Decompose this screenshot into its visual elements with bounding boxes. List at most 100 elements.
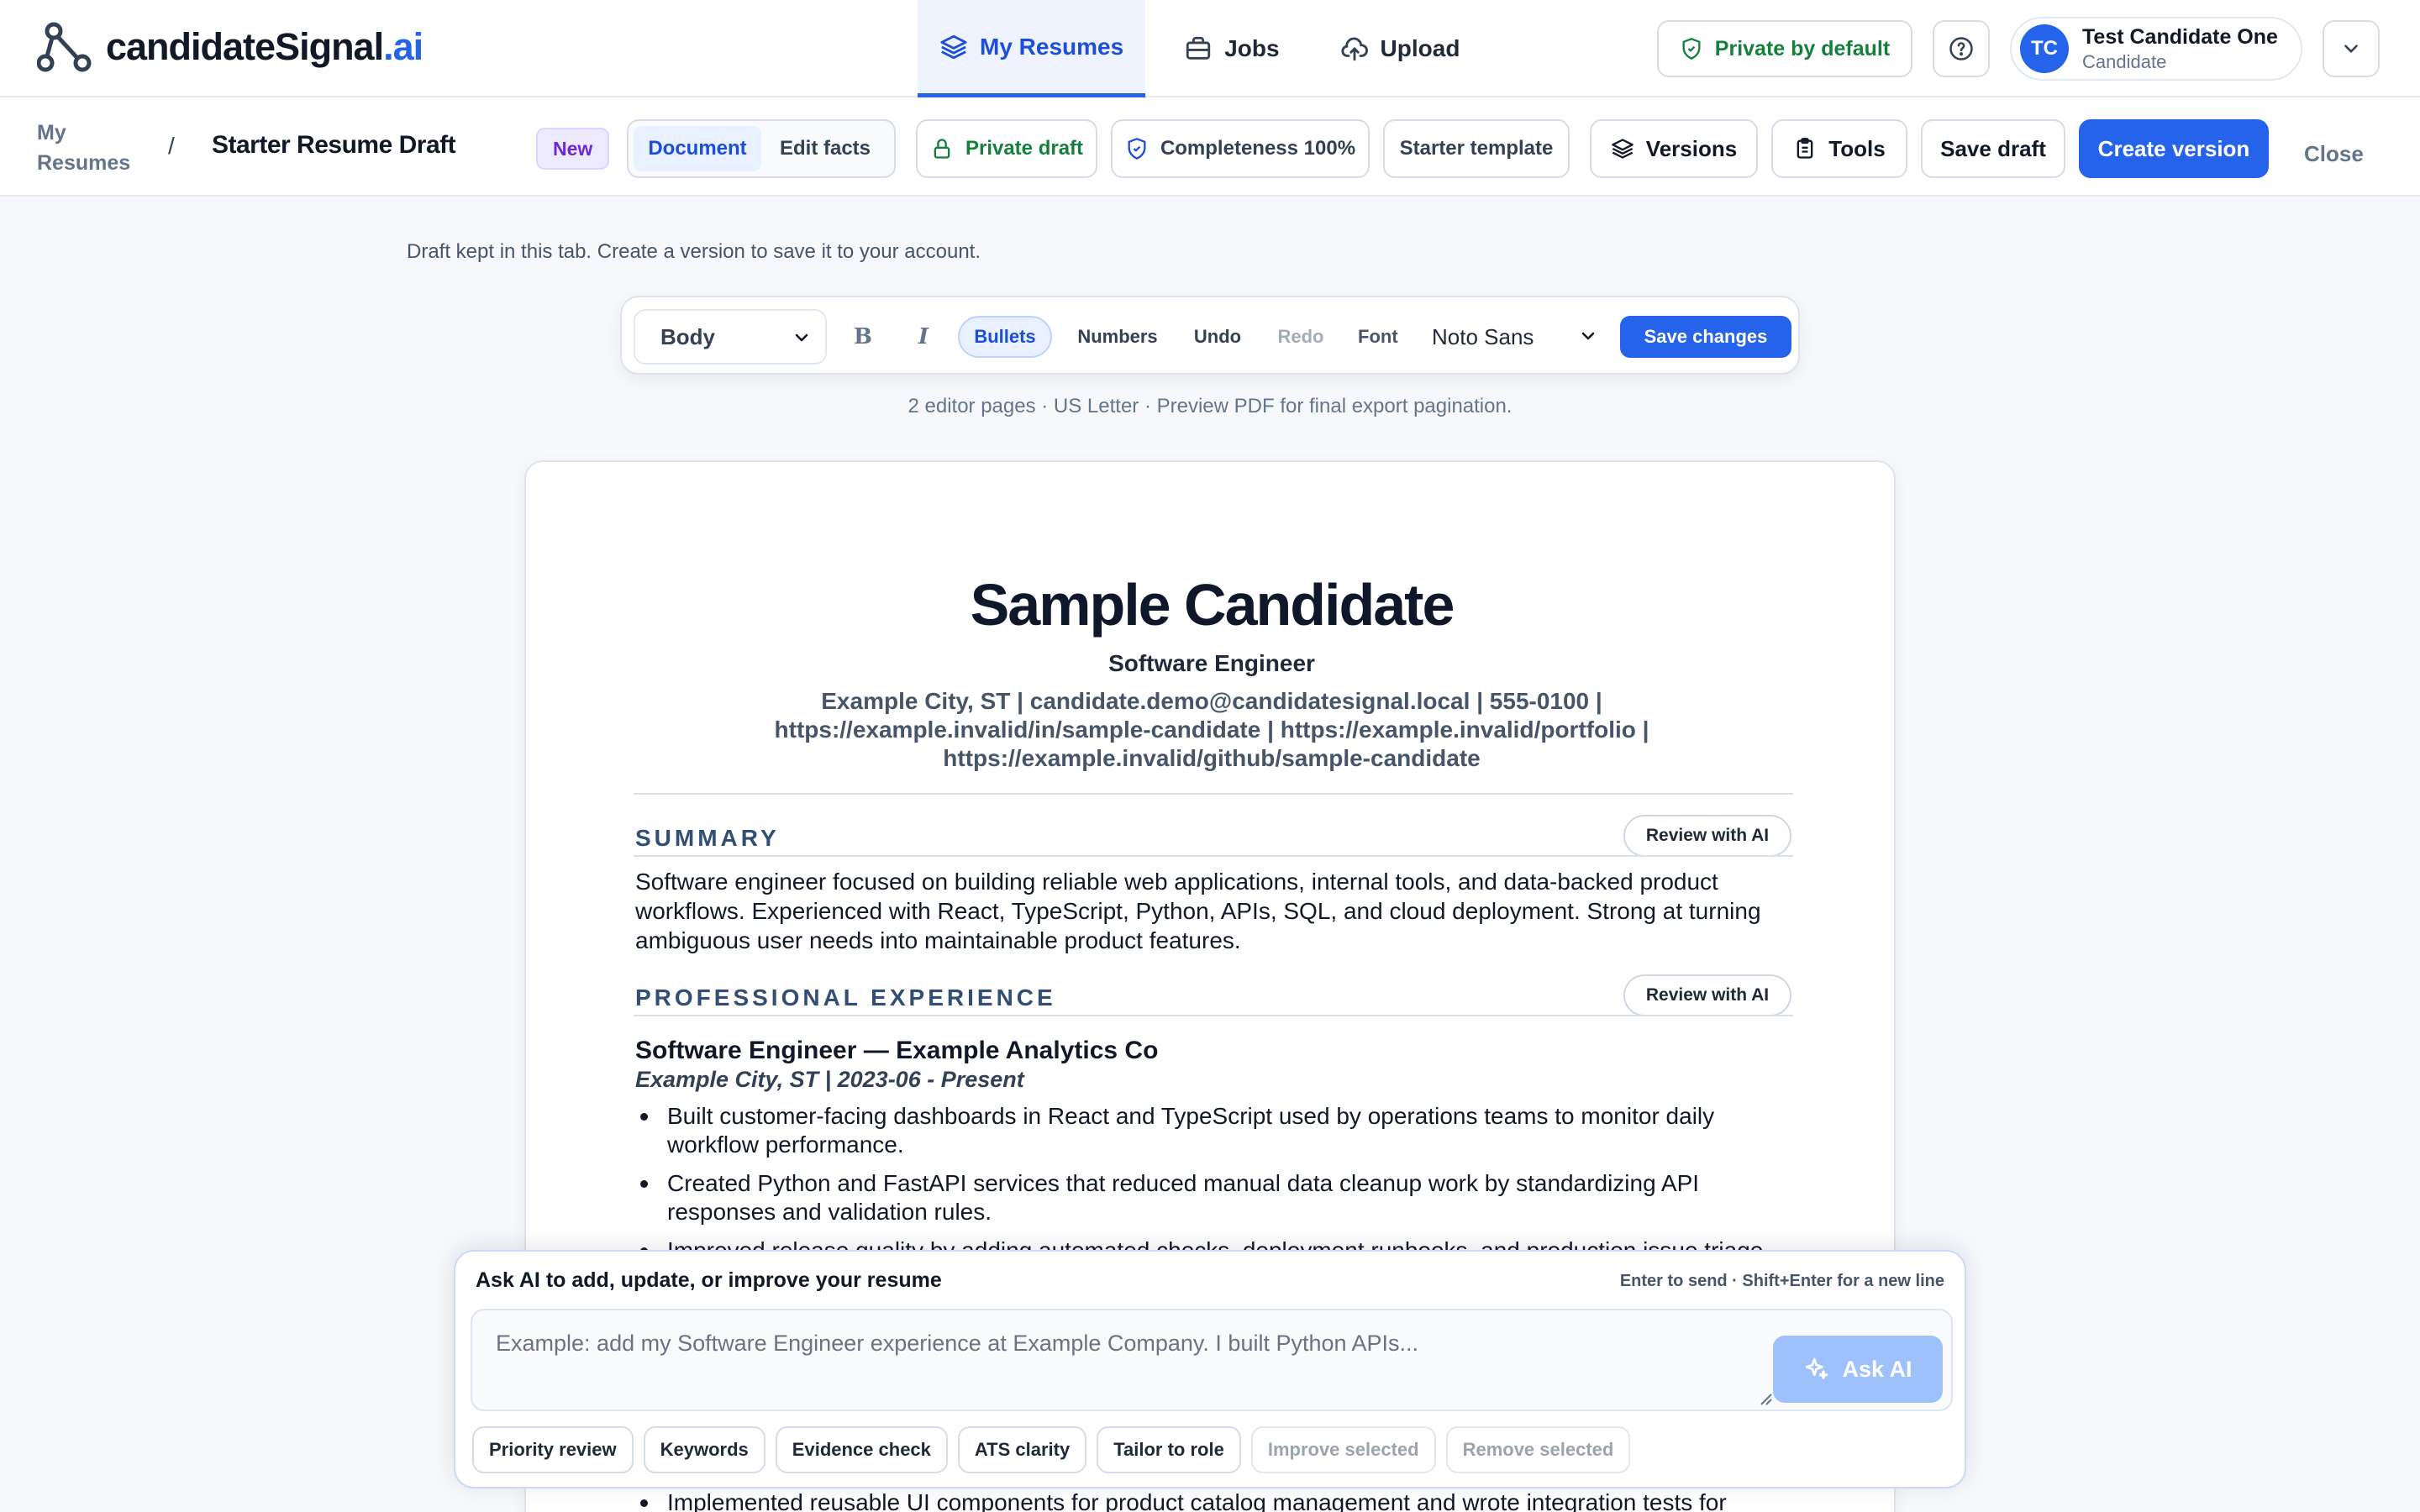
private-draft-button[interactable]: Private draft	[916, 119, 1097, 178]
create-version-label: Create version	[2097, 135, 2250, 161]
list-item[interactable]: Created Python and FastAPI services that…	[635, 1169, 1803, 1226]
evidence-check-chip[interactable]: Evidence check	[775, 1426, 948, 1473]
improve-selected-chip[interactable]: Improve selected	[1250, 1426, 1436, 1473]
ai-quick-actions: Priority review Keywords Evidence check …	[472, 1426, 1640, 1473]
section-divider	[634, 1015, 1793, 1016]
main-tabs: My Resumes Jobs Upload	[918, 0, 1498, 97]
tab-label: My Resumes	[980, 33, 1124, 60]
experience-heading: PROFESSIONAL EXPERIENCE	[635, 984, 1056, 1011]
ask-ai-button[interactable]: Ask AI	[1773, 1336, 1943, 1403]
candidate-name[interactable]: Sample Candidate	[526, 571, 1897, 638]
paragraph-style-select[interactable]: Body	[634, 309, 827, 365]
tab-label: Upload	[1380, 35, 1460, 61]
view-edit-facts-button[interactable]: Edit facts	[761, 126, 889, 171]
resume-toolbar: My Resumes / Starter Resume Draft New Do…	[0, 97, 2420, 197]
ai-assistant-panel: Ask AI to add, update, or improve your r…	[454, 1250, 1966, 1488]
job-meta[interactable]: Example City, ST | 2023-06 - Present	[635, 1067, 1024, 1093]
header-divider	[634, 793, 1793, 795]
font-value: Noto Sans	[1432, 323, 1534, 349]
chevron-down-icon	[1581, 332, 1595, 340]
privacy-label: Private by default	[1714, 36, 1891, 60]
brand-logo[interactable]: candidateSignal.ai	[37, 20, 424, 74]
contact-line: https://example.invalid/in/sample-candid…	[774, 717, 1649, 743]
ai-panel-title: Ask AI to add, update, or improve your r…	[476, 1268, 942, 1292]
create-version-button[interactable]: Create version	[2079, 119, 2269, 178]
pagination-note: 2 editor pages · US Letter · Preview PDF…	[908, 395, 1512, 417]
view-document-button[interactable]: Document	[634, 126, 761, 171]
privacy-pill[interactable]: Private by default	[1657, 20, 1912, 77]
cloud-upload-icon	[1340, 37, 1368, 61]
paragraph-style-value: Body	[660, 323, 715, 349]
section-divider	[634, 855, 1793, 857]
list-item[interactable]: Implemented reusable UI components for p…	[635, 1488, 1803, 1512]
remove-selected-chip[interactable]: Remove selected	[1445, 1426, 1631, 1473]
versions-button[interactable]: Versions	[1590, 119, 1758, 178]
save-changes-button[interactable]: Save changes	[1620, 316, 1791, 358]
bullets-button[interactable]: Bullets	[958, 316, 1052, 358]
completeness-button[interactable]: Completeness 100%	[1111, 119, 1370, 178]
resume-title: Starter Resume Draft	[212, 131, 456, 159]
network-logo-icon	[37, 22, 92, 72]
undo-button[interactable]: Undo	[1181, 316, 1254, 358]
candidate-role[interactable]: Software Engineer	[526, 650, 1897, 677]
formatting-toolbar: Body B I Bullets Numbers Undo Redo Font …	[620, 296, 1800, 375]
redo-button[interactable]: Redo	[1267, 316, 1334, 358]
job-title[interactable]: Software Engineer — Example Analytics Co	[635, 1037, 1158, 1065]
contact-line: https://example.invalid/github/sample-ca…	[943, 745, 1481, 771]
save-draft-button[interactable]: Save draft	[1921, 119, 2065, 178]
user-menu-button[interactable]	[2323, 20, 2380, 77]
tools-button[interactable]: Tools	[1771, 119, 1907, 178]
layers-icon	[940, 34, 967, 59]
font-label: Font	[1358, 326, 1398, 347]
ai-prompt-input[interactable]: Example: add my Software Engineer experi…	[471, 1309, 1953, 1411]
avatar: TC	[2020, 24, 2069, 73]
close-button[interactable]: Close	[2304, 141, 2364, 167]
clipboard-icon	[1797, 138, 1813, 159]
completeness-label: Completeness 100%	[1160, 137, 1356, 160]
keywords-chip[interactable]: Keywords	[643, 1426, 765, 1473]
ai-prompt-placeholder: Example: add my Software Engineer experi…	[496, 1331, 1419, 1356]
ats-clarity-chip[interactable]: ATS clarity	[957, 1426, 1087, 1473]
versions-label: Versions	[1645, 135, 1738, 161]
review-summary-button[interactable]: Review with AI	[1623, 815, 1791, 857]
tailor-to-role-chip[interactable]: Tailor to role	[1097, 1426, 1241, 1473]
top-navigation: candidateSignal.ai My Resumes Jobs Uploa…	[0, 0, 2420, 97]
font-select[interactable]: Noto Sans	[1407, 309, 1612, 365]
job-bullets-continued[interactable]: Implemented reusable UI components for p…	[635, 1488, 1803, 1512]
bold-button[interactable]: B	[842, 316, 884, 358]
layers-icon	[1611, 139, 1634, 159]
resize-grip-icon[interactable]	[1756, 1389, 1773, 1406]
save-draft-label: Save draft	[1940, 135, 2046, 161]
shield-check-icon	[1682, 38, 1701, 60]
review-experience-button[interactable]: Review with AI	[1623, 974, 1791, 1016]
tools-label: Tools	[1828, 135, 1886, 161]
numbers-button[interactable]: Numbers	[1067, 316, 1168, 358]
help-circle-icon	[1949, 37, 1973, 60]
tab-my-resumes[interactable]: My Resumes	[918, 0, 1146, 97]
help-button[interactable]	[1933, 20, 1990, 77]
tab-jobs[interactable]: Jobs	[1162, 0, 1301, 97]
template-button[interactable]: Starter template	[1383, 119, 1570, 178]
tab-upload[interactable]: Upload	[1318, 0, 1482, 97]
user-profile[interactable]: TC Test Candidate One Candidate	[2010, 17, 2302, 81]
user-role: Candidate	[2082, 50, 2167, 72]
contact-info[interactable]: Example City, ST | candidate.demo@candid…	[627, 687, 1797, 773]
breadcrumb-root[interactable]: My Resumes	[37, 118, 138, 178]
ai-keyboard-hint: Enter to send · Shift+Enter for a new li…	[1619, 1272, 1944, 1290]
user-name: Test Candidate One	[2082, 24, 2278, 49]
summary-text[interactable]: Software engineer focused on building re…	[635, 867, 1803, 955]
private-draft-label: Private draft	[965, 137, 1084, 160]
tab-label: Jobs	[1224, 35, 1280, 61]
draft-note: Draft kept in this tab. Create a version…	[407, 240, 981, 263]
view-mode-toggle: Document Edit facts	[627, 119, 896, 178]
italic-button[interactable]: I	[902, 316, 944, 358]
contact-line: Example City, ST | candidate.demo@candid…	[821, 688, 1602, 714]
shield-check-icon	[1128, 138, 1146, 160]
summary-heading: SUMMARY	[635, 825, 780, 851]
user-meta: Test Candidate One Candidate	[2082, 25, 2278, 73]
priority-review-chip[interactable]: Priority review	[472, 1426, 634, 1473]
chevron-down-icon	[795, 333, 808, 342]
status-badge: New	[536, 128, 610, 170]
list-item[interactable]: Built customer-facing dashboards in Reac…	[635, 1102, 1803, 1159]
breadcrumb-separator: /	[168, 133, 175, 159]
